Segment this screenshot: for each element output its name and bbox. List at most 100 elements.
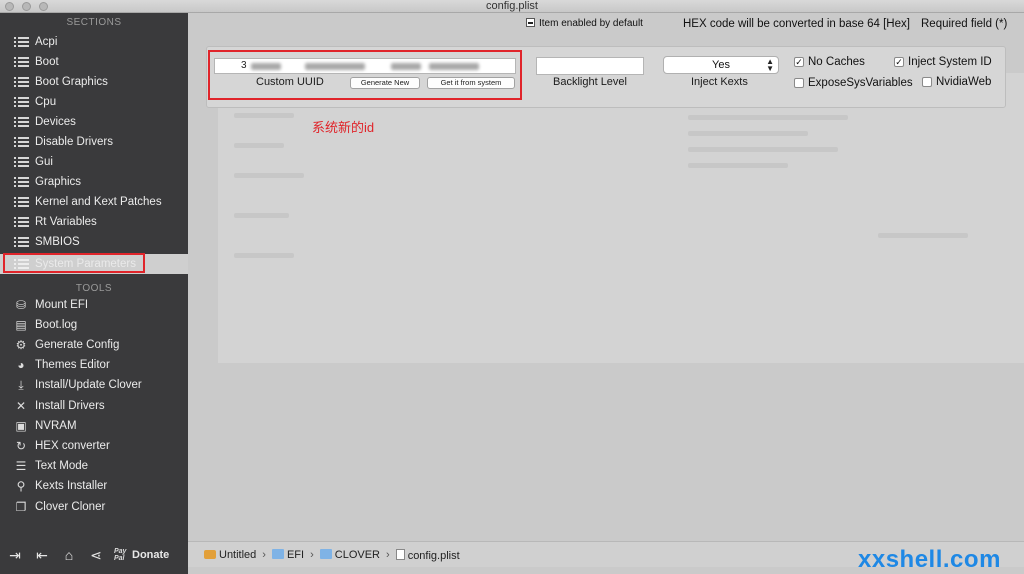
list-icon [13,195,29,209]
sidebar-item-label: Rt Variables [35,216,97,228]
sidebar-bottom-bar: ⇥ ⇤ ⌂ ⋖ Pay Pal Donate [0,540,188,570]
list-icon [13,55,29,69]
sidebar-item-label: Kernel and Kext Patches [35,196,162,208]
empty-checkbox-icon [922,77,932,87]
watermark: xxshell.com [858,546,1001,573]
sidebar-item-label: Disable Drivers [35,136,113,148]
tool-themes-editor[interactable]: ◕ Themes Editor [0,355,188,375]
annotation-new-system-id: 系统新的id [312,120,375,135]
donate-button[interactable]: Pay Pal Donate [114,548,169,562]
tools-header: TOOLS [75,283,113,294]
sidebar-item-disable-drivers[interactable]: Disable Drivers [0,132,188,152]
item-enabled-legend: Item enabled by default [526,18,643,29]
window-title: config.plist [486,0,538,12]
sidebar-item-label: Devices [35,116,76,128]
tools-icon: ✕ [15,399,27,413]
clone-icon: ❐ [15,500,27,514]
plug-icon: ⚲ [16,479,26,493]
chevron-right-icon: › [310,548,314,561]
sidebar-item-label: SMBIOS [35,236,80,248]
tool-label: Boot.log [35,319,78,331]
chevron-right-icon: › [262,548,266,561]
inject-kexts-select[interactable]: Yes ▲ ▼ [663,56,779,74]
sidebar-item-label: Boot Graphics [35,76,108,88]
sidebar-item-rt-variables[interactable]: Rt Variables [0,212,188,232]
tool-text-mode[interactable]: ☰ Text Mode [0,456,188,476]
sections-header: SECTIONS [66,17,122,28]
main-panel: Item enabled by default HEX code will be… [188,13,1024,574]
tool-label: Clover Cloner [35,501,106,513]
nvidia-web-checkbox[interactable]: NvidiaWeb [922,76,991,88]
path-item-untitled[interactable]: Untitled [204,549,256,561]
expose-sys-variables-checkbox[interactable]: ExposeSysVariables [794,77,913,89]
donate-label: Donate [132,549,170,561]
title-bar: config.plist [0,0,1024,13]
list-icon [13,75,29,89]
tool-clover-cloner[interactable]: ❐ Clover Cloner [0,497,188,517]
backlight-level-input[interactable] [536,57,644,75]
sidebar-item-label: Boot [35,56,59,68]
highlight-box-system-parameters [3,253,145,273]
list-icon [13,215,29,229]
sidebar-item-smbios[interactable]: SMBIOS [0,232,188,252]
no-caches-checkbox[interactable]: ✓ No Caches [794,56,865,68]
sidebar-item-label: Gui [35,156,53,168]
tool-label: Kexts Installer [35,480,108,492]
sidebar-item-acpi[interactable]: Acpi [0,32,188,52]
tool-label: Install/Update Clover [35,379,142,391]
inject-system-id-checkbox[interactable]: ✓ Inject System ID [894,56,992,68]
tool-install-update-clover[interactable]: ⤓ Install/Update Clover [0,375,188,395]
list-icon [13,235,29,249]
tool-install-drivers[interactable]: ✕ Install Drivers [0,396,188,416]
list-icon [13,35,29,49]
sidebar-item-kernel-kext-patches[interactable]: Kernel and Kext Patches [0,192,188,212]
sidebar-item-boot[interactable]: Boot [0,52,188,72]
disk-icon: ⛁ [15,298,27,312]
sidebar-item-devices[interactable]: Devices [0,112,188,132]
sidebar-item-graphics[interactable]: Graphics [0,172,188,192]
path-item-config-plist[interactable]: config.plist [395,548,460,562]
list-icon [13,135,29,149]
sidebar-item-label: Acpi [35,36,58,48]
minus-checkbox-icon [526,18,535,27]
chevron-updown-icon: ▲ ▼ [766,57,774,73]
export-icon[interactable]: ⇤ [33,546,51,564]
tool-nvram[interactable]: ▣ NVRAM [0,416,188,436]
list-icon [13,95,29,109]
folder-icon [271,549,284,559]
tool-boot-log[interactable]: ▤ Boot.log [0,315,188,335]
highlight-box-custom-uuid [208,50,522,100]
sidebar-item-gui[interactable]: Gui [0,152,188,172]
drive-icon [204,549,216,559]
checkmark-icon: ✓ [894,57,904,67]
tool-mount-efi[interactable]: ⛁ Mount EFI [0,295,188,315]
tool-kexts-installer[interactable]: ⚲ Kexts Installer [0,476,188,496]
folder-icon [319,549,332,559]
tool-label: Mount EFI [35,299,89,311]
chip-icon: ▣ [15,419,27,433]
import-icon[interactable]: ⇥ [6,546,24,564]
home-icon[interactable]: ⌂ [60,546,78,564]
tool-label: Generate Config [35,339,120,351]
backlight-level-label: Backlight Level [553,76,627,88]
path-item-efi[interactable]: EFI [271,548,304,561]
tool-label: Text Mode [35,460,89,472]
tool-label: NVRAM [35,420,77,432]
list-icon [13,115,29,129]
sidebar-item-boot-graphics[interactable]: Boot Graphics [0,72,188,92]
sidebar: SECTIONS Acpi Boot Boot Graphics Cpu Dev… [0,13,188,574]
download-icon: ⤓ [18,377,24,392]
share-icon[interactable]: ⋖ [87,546,105,564]
chevron-right-icon: › [386,548,390,561]
required-note: Required field (*) [921,18,1008,30]
sidebar-item-label: Graphics [35,176,82,188]
paypal-icon: Pay Pal [114,548,127,562]
inject-kexts-label: Inject Kexts [691,76,748,88]
path-item-clover[interactable]: CLOVER [319,548,380,561]
tool-generate-config[interactable]: ⚙ Generate Config [0,335,188,355]
sidebar-item-cpu[interactable]: Cpu [0,92,188,112]
list-icon [13,155,29,169]
tool-hex-converter[interactable]: ↻ HEX converter [0,436,188,456]
info-header: Item enabled by default HEX code will be… [188,13,1024,41]
file-icon [395,548,405,560]
